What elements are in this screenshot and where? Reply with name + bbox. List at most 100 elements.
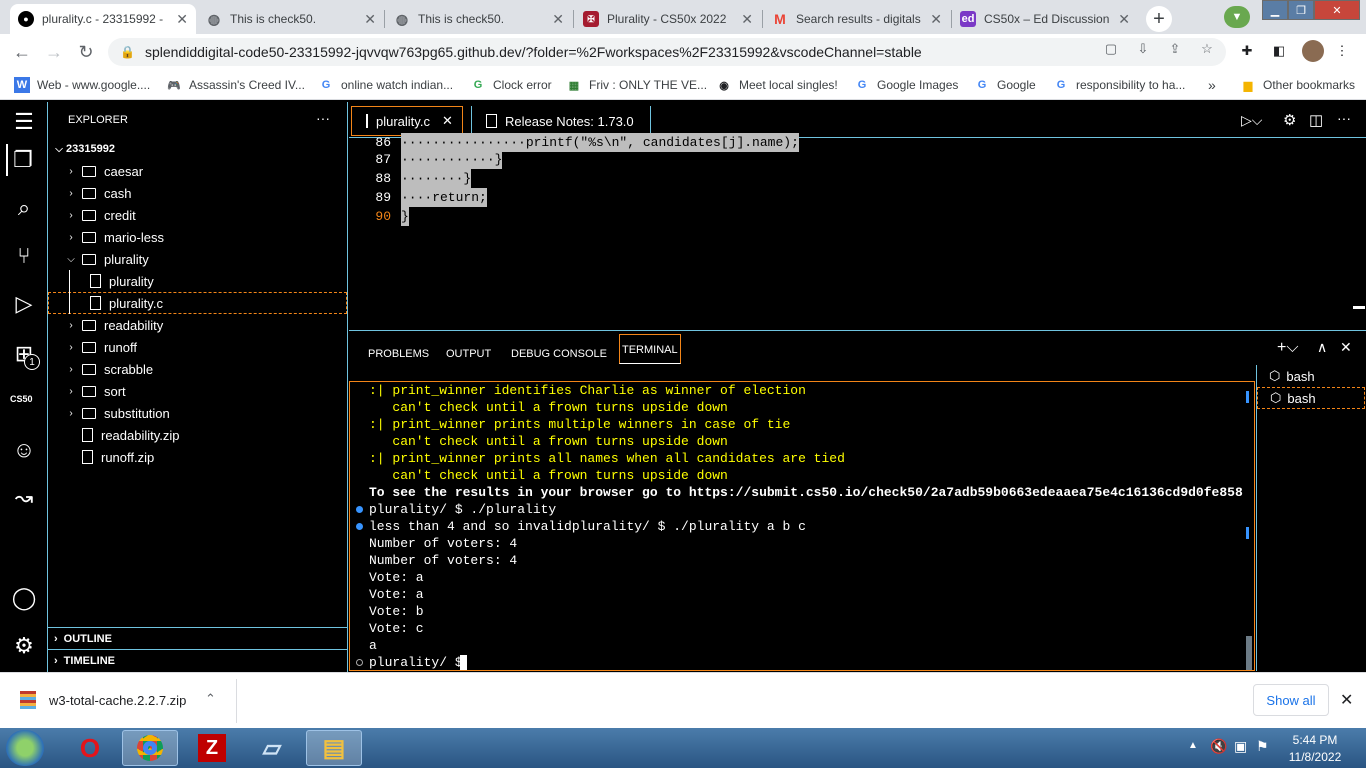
bookmark-item[interactable]: ▦ Friv : ONLY THE VE... [566, 76, 707, 94]
gear-icon[interactable]: ⚙ [8, 630, 40, 662]
bookmark-star-icon[interactable]: ☆ [1199, 41, 1215, 57]
clock-date[interactable]: 11/8/2022 [1280, 750, 1350, 764]
browser-tab-plurality[interactable]: ● plurality.c - 23315992 - ✕ [10, 4, 196, 34]
clock-time[interactable]: 5:44 PM [1280, 733, 1350, 747]
gear-icon[interactable]: ⚙ [1283, 111, 1296, 129]
bookmark-item[interactable]: G Clock error [470, 76, 552, 94]
reload-button[interactable]: ↻ [74, 40, 98, 64]
outline-section[interactable]: › OUTLINE [48, 627, 347, 649]
download-filename[interactable]: w3-total-cache.2.2.7.zip [49, 693, 186, 708]
bookmarks-more-button[interactable]: » [1208, 76, 1216, 94]
bookmark-item[interactable]: ◉ Meet local singles! [716, 76, 838, 94]
terminal-instance[interactable]: ⬡ bash [1257, 387, 1365, 409]
menu-icon[interactable]: ☰ [8, 106, 40, 138]
scrollbar[interactable] [1353, 306, 1365, 309]
minimize-button[interactable]: ▁ [1262, 0, 1288, 20]
chevron-up-icon[interactable]: ⌃ [205, 691, 216, 707]
bookmark-item[interactable]: 🎮 Assassin's Creed IV... [166, 76, 305, 94]
notepad-icon[interactable]: ▱ [244, 730, 300, 766]
start-button[interactable] [6, 730, 44, 766]
close-icon[interactable]: ✕ [741, 11, 753, 28]
browser-tab-check50-1[interactable]: ◍ This is check50. ✕ [198, 4, 384, 34]
side-panel-icon[interactable]: ◧ [1271, 43, 1287, 59]
duck-icon[interactable]: ☺ [8, 434, 40, 466]
tab-output[interactable]: OUTPUT [446, 343, 491, 365]
close-icon[interactable]: ✕ [176, 11, 188, 28]
tab-search-button[interactable]: ▼ [1224, 6, 1250, 28]
timeline-section[interactable]: › TIMELINE [48, 649, 347, 671]
close-panel-icon[interactable]: ✕ [1340, 339, 1352, 356]
tree-folder-cash[interactable]: › cash [48, 182, 347, 204]
bookmark-item[interactable]: G Google [974, 76, 1036, 94]
network-icon[interactable]: ▣ [1234, 738, 1247, 755]
extensions-icon[interactable]: ✚ [1239, 43, 1255, 59]
editor-tab-plurality-c[interactable]: plurality.c ✕ [351, 106, 463, 136]
close-icon[interactable]: ✕ [364, 11, 376, 28]
terminal-scrollbar[interactable] [1246, 636, 1252, 670]
remote-icon[interactable]: ↝ [8, 482, 40, 514]
volume-mute-icon[interactable]: 🔇 [1210, 738, 1227, 755]
tree-folder-mario-less[interactable]: › mario-less [48, 226, 347, 248]
back-button[interactable]: ← [10, 40, 34, 64]
install-icon[interactable]: ⇩ [1135, 41, 1151, 57]
tree-folder-caesar[interactable]: › caesar [48, 160, 347, 182]
show-all-button[interactable]: Show all [1253, 684, 1329, 716]
browser-tab-ed[interactable]: ed CS50x – Ed Discussion ✕ [952, 4, 1138, 34]
tree-file-readability-zip[interactable]: readability.zip [48, 424, 347, 446]
bookmark-item[interactable]: Gonline watch indian... [318, 76, 453, 94]
tree-file-plurality-c[interactable]: plurality.c [48, 292, 347, 314]
tree-folder-sort[interactable]: › sort [48, 380, 347, 402]
action-center-icon[interactable]: ⚑ [1256, 738, 1269, 755]
avatar[interactable] [1302, 40, 1324, 62]
command-decoration-icon[interactable] [356, 659, 363, 666]
terminal[interactable]: :| print_winner identifies Charlie as wi… [349, 381, 1255, 671]
more-actions-icon[interactable]: ··· [316, 110, 330, 126]
page-icon[interactable]: ▢ [1103, 41, 1119, 57]
tree-folder-readability[interactable]: › readability [48, 314, 347, 336]
explorer-icon[interactable]: ❐ [6, 144, 38, 176]
close-icon[interactable]: ✕ [1118, 11, 1130, 28]
tree-folder-credit[interactable]: › credit [48, 204, 347, 226]
browser-tab-check50-2[interactable]: ◍ This is check50. ✕ [386, 4, 572, 34]
tab-debug-console[interactable]: DEBUG CONSOLE [511, 343, 607, 365]
cs50-label[interactable]: CS50 [10, 394, 33, 404]
terminal-instance[interactable]: ⬡ bash [1257, 365, 1365, 387]
window-close-button[interactable]: ✕ [1314, 0, 1360, 20]
maximize-panel-icon[interactable]: ∧ [1317, 339, 1327, 356]
tree-folder-runoff[interactable]: › runoff [48, 336, 347, 358]
command-decoration-icon[interactable] [356, 506, 363, 513]
command-decoration-icon[interactable] [356, 523, 363, 530]
tab-problems[interactable]: PROBLEMS [368, 343, 429, 365]
tree-file-plurality[interactable]: plurality [48, 270, 347, 292]
split-editor-icon[interactable]: ◫ [1309, 111, 1323, 129]
chevron-up-icon[interactable]: ▲ [1188, 740, 1198, 751]
close-icon[interactable]: ✕ [1340, 690, 1353, 710]
tab-terminal[interactable]: TERMINAL [619, 334, 681, 364]
share-icon[interactable]: ⇪ [1167, 41, 1183, 57]
bookmark-item[interactable]: G Google Images [854, 76, 959, 94]
code-editor[interactable]: 86 ················printf("%s\n", candid… [349, 133, 1366, 330]
new-terminal-icon[interactable]: +⌵ [1277, 339, 1298, 357]
run-debug-icon[interactable]: ▷ [8, 288, 40, 320]
chrome-icon[interactable] [122, 730, 178, 766]
new-tab-button[interactable]: + [1146, 6, 1172, 32]
explorer-icon[interactable]: ▤ [306, 730, 362, 766]
source-control-icon[interactable]: ⑂ [8, 240, 40, 272]
bookmark-item[interactable]: Gresponsibility to ha... [1053, 76, 1186, 94]
other-bookmarks[interactable]: ▆ Other bookmarks [1240, 76, 1355, 94]
tree-folder-substitution[interactable]: › substitution [48, 402, 347, 424]
browser-tab-gmail[interactable]: M Search results - digitals ✕ [764, 4, 950, 34]
filezilla-icon[interactable]: Z [184, 730, 240, 766]
maximize-button[interactable]: ❐ [1288, 0, 1314, 20]
run-icon[interactable]: ▷⌵ [1241, 112, 1262, 129]
tree-folder-plurality[interactable]: ⌵ plurality [48, 248, 347, 270]
close-icon[interactable]: ✕ [930, 11, 942, 28]
browser-tab-cs50x[interactable]: ✠ Plurality - CS50x 2022 ✕ [575, 4, 761, 34]
account-icon[interactable]: ◯ [8, 582, 40, 614]
close-icon[interactable]: ✕ [442, 113, 453, 129]
workspace-root[interactable]: ⌵ 23315992 [48, 138, 347, 160]
close-icon[interactable]: ✕ [552, 11, 564, 28]
opera-icon[interactable]: O [62, 730, 118, 766]
menu-dots-icon[interactable]: ⋮ [1334, 43, 1350, 59]
search-icon[interactable]: ⌕ [8, 192, 40, 224]
